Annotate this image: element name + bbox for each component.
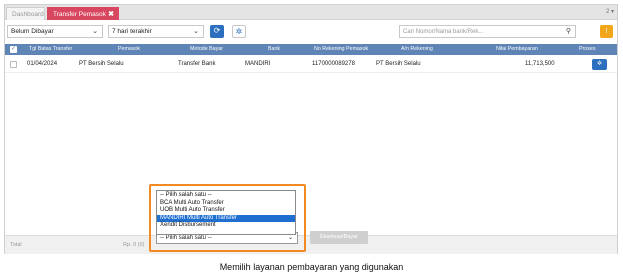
cell-amount: 11,713,500	[525, 61, 555, 67]
refresh-icon: ⟳	[213, 26, 221, 35]
period-select-value: 7 hari terakhir	[112, 28, 152, 35]
gear-icon: ✲	[596, 61, 603, 67]
header-bank[interactable]: Bank	[268, 44, 280, 55]
filter-bar: Belum Dibayar ⌄ 7 hari terakhir ⌄ ⟳ ✲ Ca…	[5, 21, 617, 43]
header-process[interactable]: Proses	[579, 44, 596, 55]
execute-payment-button[interactable]: Eksekusi/Bayar	[310, 231, 368, 244]
total-label: Total	[10, 242, 22, 248]
cell-bank: MANDIRI	[245, 61, 271, 67]
search-placeholder: Cari Nomor/Nama bank/Rek...	[403, 29, 484, 35]
cell-account-no: 1170000089278	[312, 61, 355, 67]
settings-button[interactable]: ✲	[232, 25, 246, 38]
caption: Memilih layanan pembayaran yang digunaka…	[219, 262, 404, 272]
header-account-no[interactable]: No Rekening Pemasok	[314, 44, 368, 55]
select-all-checkbox[interactable]	[10, 44, 17, 55]
app-window: Dashboard Transfer Pemasok ✖ 2 ▾ Belum D…	[4, 4, 618, 254]
status-select[interactable]: Belum Dibayar ⌄	[7, 25, 103, 38]
info-button[interactable]: !	[600, 25, 613, 38]
chevron-down-icon: ⌄	[193, 28, 199, 35]
gear-icon: ✲	[235, 27, 243, 36]
period-select[interactable]: 7 hari terakhir ⌄	[108, 25, 204, 38]
search-input[interactable]: Cari Nomor/Nama bank/Rek... ⚲	[399, 25, 576, 38]
status-select-value: Belum Dibayar	[11, 28, 54, 35]
tab-transfer-pemasok[interactable]: Transfer Pemasok ✖	[47, 7, 119, 20]
process-button[interactable]: ✲	[592, 59, 607, 70]
highlight-annotation	[149, 184, 306, 252]
tab-dashboard[interactable]: Dashboard	[6, 7, 45, 20]
header-amount[interactable]: Nilai Pembayaran	[496, 44, 538, 55]
close-icon[interactable]: ✖	[108, 8, 114, 21]
cell-supplier: PT Bersih Selalu	[79, 61, 124, 67]
tab-bar: Dashboard Transfer Pemasok ✖ 2 ▾	[5, 5, 617, 20]
header-method[interactable]: Metode Bayar	[190, 44, 223, 55]
cell-account-name: PT Bersih Selalu	[376, 61, 421, 67]
cell-method: Transfer Bank	[178, 61, 216, 67]
table-row[interactable]: 01/04/2024 PT Bersih Selalu Transfer Ban…	[5, 56, 617, 73]
refresh-button[interactable]: ⟳	[210, 25, 224, 38]
header-account-name[interactable]: A/n Rekening	[401, 44, 433, 55]
chevron-down-icon: ⌄	[92, 28, 98, 35]
search-icon[interactable]: ⚲	[566, 26, 571, 38]
table-header: Tgl Batas Transfer Pemasok Metode Bayar …	[5, 44, 617, 55]
header-supplier[interactable]: Pemasok	[118, 44, 140, 55]
tab-counter[interactable]: 2 ▾	[606, 7, 614, 18]
total-value: Rp. 0 (0)	[123, 242, 145, 248]
row-checkbox[interactable]	[10, 61, 17, 68]
tab-transfer-pemasok-label: Transfer Pemasok	[53, 11, 106, 18]
cell-due-date: 01/04/2024	[27, 61, 58, 67]
header-due-date[interactable]: Tgl Batas Transfer	[29, 44, 72, 55]
